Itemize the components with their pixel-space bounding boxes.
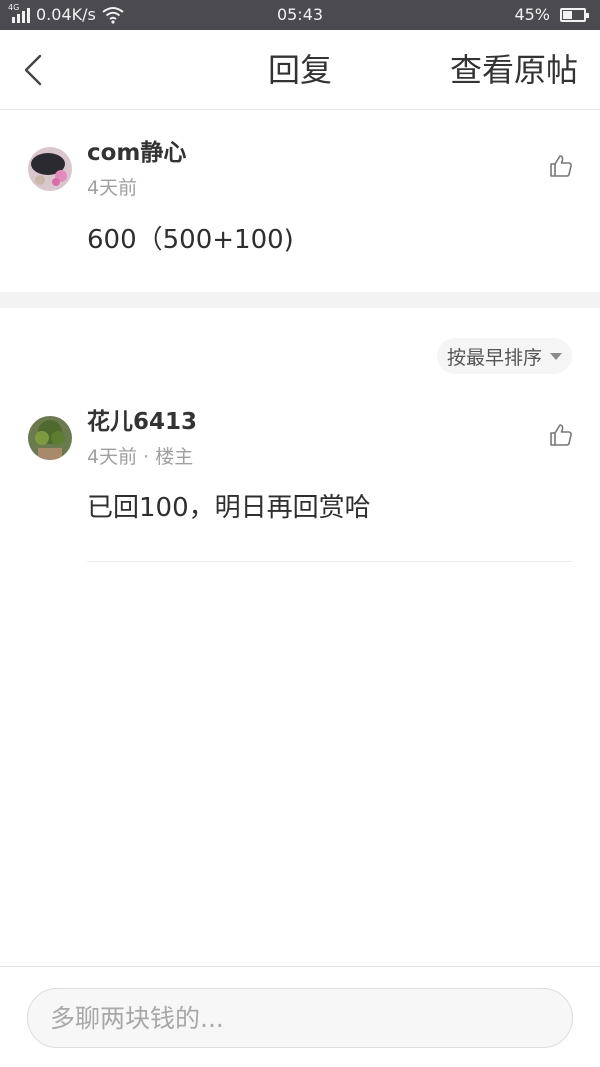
comment-bar: 多聊两块钱的... xyxy=(0,966,600,1067)
comment-text: 600（500+100) xyxy=(87,225,294,255)
username[interactable]: 花儿6413 xyxy=(87,407,197,437)
comment-placeholder: 多聊两块钱的... xyxy=(50,1004,224,1033)
section-divider xyxy=(0,292,600,308)
view-original-post-link[interactable]: 查看原帖 xyxy=(450,50,578,90)
username[interactable]: com静心 xyxy=(87,138,186,168)
battery-icon xyxy=(560,8,589,22)
thumbs-up-icon[interactable] xyxy=(548,153,574,179)
avatar[interactable] xyxy=(28,416,72,460)
reply-item: 花儿6413 4天前 · 楼主 已回100，明日再回赏哈 xyxy=(0,392,600,562)
status-time: 05:43 xyxy=(276,5,324,24)
meta-separator: · xyxy=(143,446,150,468)
comment-time: 4天前 xyxy=(87,177,138,199)
reply-time: 4天前 xyxy=(87,446,138,468)
avatar[interactable] xyxy=(28,147,72,191)
sort-label: 按最早排序 xyxy=(446,346,542,369)
status-bar: 4G 0.04K/s 05:43 45% xyxy=(0,0,600,30)
avatar-image xyxy=(28,147,72,191)
comment-input[interactable]: 多聊两块钱的... xyxy=(27,988,573,1048)
battery-percent: 45% xyxy=(514,5,550,24)
status-right: 45% xyxy=(514,5,589,25)
avatar-image xyxy=(28,416,72,460)
chevron-down-icon xyxy=(550,352,562,360)
thumbs-up-icon[interactable] xyxy=(548,422,574,448)
reply-meta: 4天前 · 楼主 xyxy=(87,444,193,470)
nav-header: 回复 查看原帖 xyxy=(0,30,600,110)
sort-dropdown[interactable]: 按最早排序 xyxy=(436,338,572,374)
reply-separator xyxy=(87,561,572,562)
original-comment: com静心 4天前 600（500+100) xyxy=(0,111,600,292)
author-badge: 楼主 xyxy=(155,446,194,468)
reply-text: 已回100，明日再回赏哈 xyxy=(87,493,371,523)
